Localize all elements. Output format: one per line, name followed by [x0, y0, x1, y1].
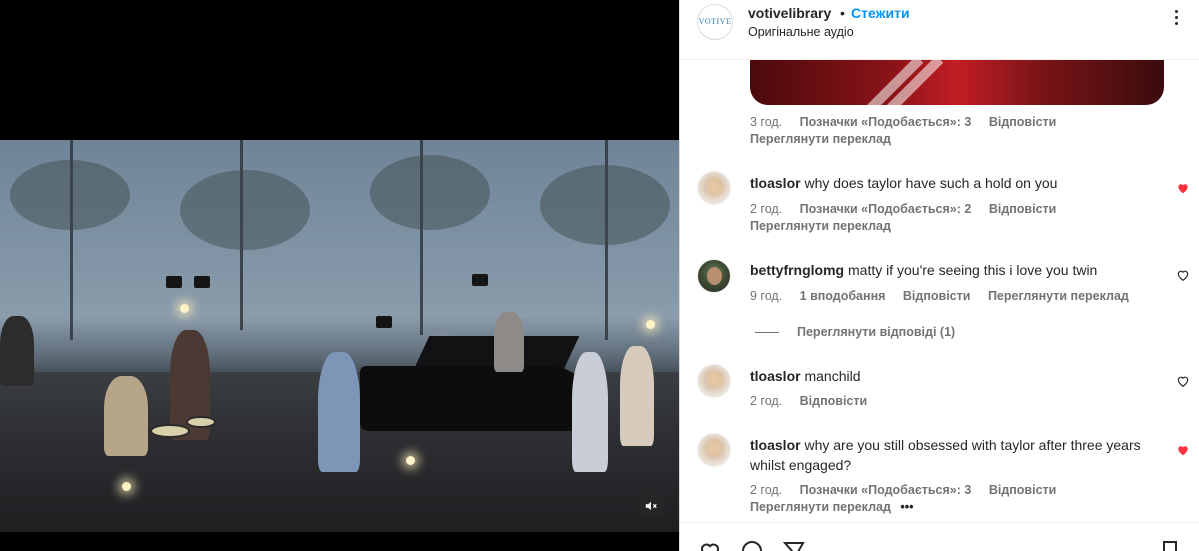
drum: [186, 416, 216, 428]
stage-foliage: [10, 160, 130, 230]
video-player[interactable]: [0, 0, 679, 551]
reply-button[interactable]: Відповісти: [989, 483, 1057, 497]
comment-body: tloaslor manchild: [750, 366, 1160, 386]
replies-line: [755, 332, 779, 333]
comment-time[interactable]: 9 год.: [750, 289, 782, 303]
account-avatar[interactable]: VOTIVE: [697, 4, 733, 40]
comment-username[interactable]: tloaslor: [750, 175, 801, 191]
like-icon[interactable]: [698, 539, 722, 551]
comment-body: bettyfrnglomg matty if you're seeing thi…: [750, 260, 1160, 280]
comment-meta: 2 год. Позначки «Подобається»: 3 Відпові…: [750, 483, 1056, 497]
avatar[interactable]: [697, 171, 731, 205]
post-author-username[interactable]: votivelibrary: [748, 5, 831, 21]
share-icon[interactable]: [782, 539, 806, 551]
reply-button[interactable]: Відповісти: [989, 202, 1057, 216]
post-action-bar: [680, 522, 1199, 551]
avatar[interactable]: [697, 364, 731, 398]
performer: [318, 352, 360, 472]
comment-likes[interactable]: Позначки «Подобається»: 3: [800, 115, 972, 129]
reply-button[interactable]: Відповісти: [800, 394, 868, 408]
comment-options-icon[interactable]: •••: [900, 500, 913, 514]
comment-likes[interactable]: 1 вподобання: [800, 289, 886, 303]
comment-time[interactable]: 2 год.: [750, 394, 782, 408]
performer: [494, 312, 524, 372]
see-translation-button[interactable]: Переглянути переклад: [750, 132, 891, 146]
follow-button[interactable]: Стежити: [851, 5, 910, 21]
stage-light: [646, 320, 655, 329]
stage-lamp: [194, 276, 210, 288]
comment-body: tloaslor why are you still obsessed with…: [750, 435, 1160, 475]
performer: [572, 352, 608, 472]
grand-piano: [360, 366, 590, 431]
comment-likes[interactable]: Позначки «Подобається»: 3: [800, 483, 972, 497]
performer: [620, 346, 654, 446]
performer: [104, 376, 148, 456]
comment-icon[interactable]: [740, 539, 764, 551]
stage-light: [180, 304, 189, 313]
original-audio-link[interactable]: Оригінальне аудіо: [748, 25, 854, 39]
stage-foliage: [370, 155, 490, 230]
stage-lamp: [166, 276, 182, 288]
heart-outline-icon[interactable]: [1176, 374, 1190, 388]
stage-lamp: [376, 316, 392, 328]
comment-image[interactable]: [750, 59, 1164, 105]
stage-lamp: [472, 274, 488, 286]
view-replies-label[interactable]: Переглянути відповіді (1): [797, 325, 955, 339]
comment-time[interactable]: 2 год.: [750, 202, 782, 216]
stage-foliage: [180, 170, 310, 250]
heart-outline-icon[interactable]: [1176, 268, 1190, 282]
drum: [150, 424, 190, 438]
comment-username[interactable]: tloaslor: [750, 437, 801, 453]
reply-button[interactable]: Відповісти: [989, 115, 1057, 129]
see-translation-button[interactable]: Переглянути переклад: [750, 500, 891, 514]
video-frame[interactable]: [0, 140, 679, 532]
stage-light: [122, 482, 131, 491]
see-translation-button[interactable]: Переглянути переклад: [988, 289, 1129, 303]
post-side-panel: VOTIVE votivelibrary • Стежити Оригіналь…: [679, 0, 1199, 551]
post-header: VOTIVE votivelibrary • Стежити Оригіналь…: [680, 0, 1199, 60]
comment-meta: 3 год. Позначки «Подобається»: 3 Відпові…: [750, 115, 1056, 129]
comment-username[interactable]: bettyfrnglomg: [750, 262, 844, 278]
performer: [0, 316, 34, 386]
save-icon[interactable]: [1158, 539, 1182, 551]
comment-meta: 2 год. Позначки «Подобається»: 2 Відпові…: [750, 202, 1056, 216]
comment-time[interactable]: 2 год.: [750, 483, 782, 497]
stage-light: [406, 456, 415, 465]
comment-text: manchild: [804, 368, 861, 384]
muted-speaker-icon[interactable]: [638, 493, 664, 519]
liked-heart-icon[interactable]: [1176, 181, 1190, 195]
avatar[interactable]: [697, 433, 731, 467]
comment-likes[interactable]: Позначки «Подобається»: 2: [800, 202, 972, 216]
comment-time[interactable]: 3 год.: [750, 115, 782, 129]
separator-dot: •: [840, 5, 845, 21]
comment-meta: 9 год. 1 вподобання Відповісти Перегляну…: [750, 289, 1129, 303]
avatar[interactable]: [697, 259, 731, 293]
comment-text: why does taylor have such a hold on you: [804, 175, 1058, 191]
comment-footer: Переглянути переклад •••: [750, 500, 914, 514]
stage-foliage: [540, 165, 670, 245]
more-options-icon[interactable]: [1168, 10, 1184, 28]
comment-text: why are you still obsessed with taylor a…: [750, 437, 1141, 473]
comment-username[interactable]: tloaslor: [750, 368, 801, 384]
comment-body: tloaslor why does taylor have such a hol…: [750, 173, 1160, 193]
reply-button[interactable]: Відповісти: [903, 289, 971, 303]
see-translation-button[interactable]: Переглянути переклад: [750, 219, 891, 233]
comment-text: matty if you're seeing this i love you t…: [848, 262, 1098, 278]
comment-meta: 2 год. Відповісти: [750, 394, 867, 408]
liked-heart-icon[interactable]: [1176, 443, 1190, 457]
